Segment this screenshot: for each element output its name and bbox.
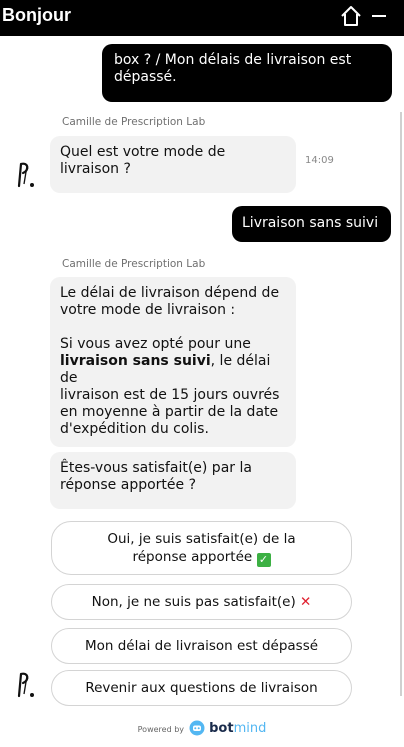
- message-text: Livraison sans suivi: [242, 215, 379, 231]
- message-line: en moyenne à partir de la date: [60, 404, 279, 420]
- bot-message: Êtes-vous satisfait(e) par la réponse ap…: [50, 452, 296, 509]
- option-satisfied-button[interactable]: Oui, je suis satisfait(e) de la réponse …: [51, 521, 352, 575]
- option-line: réponse apportée ✓: [133, 548, 271, 567]
- message-line: réponse apportée ?: [60, 477, 197, 493]
- header-title: Bonjour: [2, 5, 71, 25]
- bot-message: Le délai de livraison dépend de votre mo…: [50, 277, 296, 447]
- brand-name: bot: [209, 721, 234, 736]
- powered-by-label: Powered by: [137, 725, 185, 734]
- bold-text: livraison sans suivi: [60, 353, 211, 369]
- message-line: livraison est de 15 jours ouvrés: [60, 387, 280, 403]
- message-line: Le délai de livraison dépend de: [60, 285, 280, 301]
- scrollbar[interactable]: [400, 112, 402, 696]
- message-line: livraison sans suivi, le délai de: [60, 353, 286, 387]
- option-text: réponse apportée: [132, 548, 253, 565]
- option-text: Revenir aux questions de livraison: [85, 680, 318, 696]
- sender-name: Camille de Prescription Lab: [62, 258, 206, 270]
- chat-header: Bonjour: [0, 0, 404, 36]
- option-back-to-delivery-questions-button[interactable]: Revenir aux questions de livraison: [51, 670, 352, 706]
- option-delivery-late-button[interactable]: Mon délai de livraison est dépassé: [51, 628, 352, 664]
- message-line: d'expédition du colis.: [60, 421, 209, 437]
- sender-name: Camille de Prescription Lab: [62, 116, 206, 128]
- message-line: livraison ?: [60, 161, 131, 177]
- prescription-lab-logo: [17, 162, 34, 188]
- prescription-lab-logo: [17, 672, 34, 698]
- message-line: box ? / Mon délais de livraison est: [114, 52, 352, 68]
- message-line: Si vous avez opté pour une: [60, 336, 251, 352]
- user-message: box ? / Mon délais de livraison est dépa…: [102, 44, 392, 102]
- option-text: Mon délai de livraison est dépassé: [84, 638, 319, 654]
- message-line: Quel est votre mode de: [60, 144, 226, 160]
- brand-name-suffix: mind: [233, 721, 267, 736]
- powered-by-footer[interactable]: Powered by botmind: [0, 720, 404, 736]
- check-emoji-icon: ✓: [256, 552, 271, 567]
- cross-emoji-icon: ✕: [300, 594, 312, 610]
- option-line: Oui, je suis satisfait(e) de la: [107, 530, 296, 547]
- bot-message: Quel est votre mode de livraison ?: [50, 136, 296, 193]
- option-not-satisfied-button[interactable]: Non, je ne suis pas satisfait(e) ✕: [51, 584, 352, 620]
- message-line: Êtes-vous satisfait(e) par la: [60, 460, 252, 476]
- message-timestamp: 14:09: [305, 155, 334, 166]
- botmind-logo-icon: [189, 720, 205, 736]
- home-icon[interactable]: [340, 5, 362, 27]
- message-line: dépassé.: [114, 69, 177, 85]
- option-text: Non, je ne suis pas satisfait(e): [91, 594, 296, 610]
- message-line: votre mode de livraison :: [60, 302, 236, 318]
- user-message: Livraison sans suivi: [232, 206, 391, 242]
- minimize-icon[interactable]: [372, 15, 386, 17]
